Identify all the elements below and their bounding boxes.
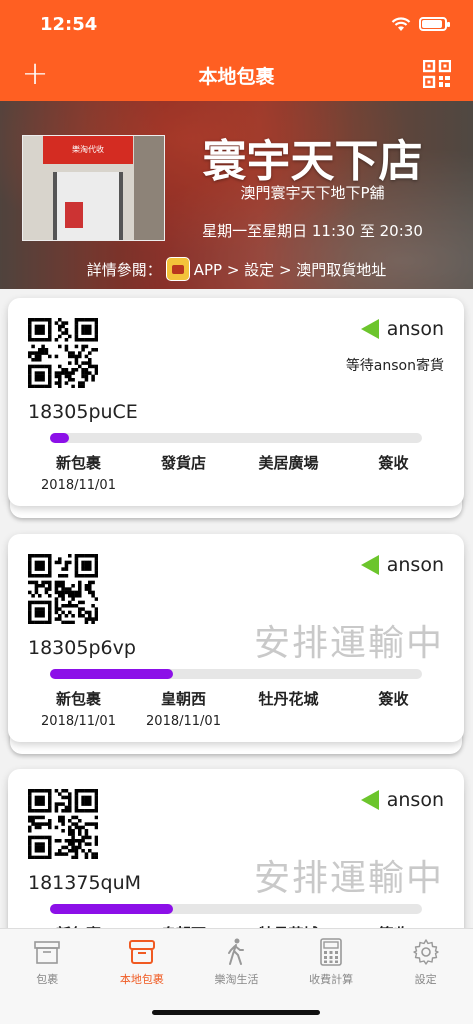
stage-label: 皇朝西 [160,690,206,708]
stage-dates: 2018/11/01 2018/11/01 [26,714,446,729]
store-photo: 樂淘代收 [22,135,165,241]
progress-fill [50,433,69,443]
stage-label: 新包裹 [55,454,101,472]
progress-track [50,904,422,914]
owner: anson [360,554,444,576]
stage-label: 簽收 [378,690,409,708]
progress-track [50,433,422,443]
stage-labels: 新包裹 發貨店 美居廣場 簽收 [26,452,446,473]
owner: anson [360,318,444,340]
tab-label: 設定 [414,973,437,986]
tab-local-packages[interactable]: 本地包裹 [95,929,190,991]
stage-date: 2018/11/01 [146,714,221,729]
details-path: APP > 設定 > 澳門取貨地址 [193,260,387,279]
stage-dates: 2018/11/01 [26,478,446,493]
stage-date [131,478,236,493]
owner-marker-icon [360,555,379,575]
tracking-number: 18305puCE [28,401,138,423]
store-banner: 樂淘代收 寰宇天下店 澳門寰宇天下地下P舖 星期一至星期日 11:30 至 20… [0,101,473,289]
owner-name: anson [386,318,444,340]
tab-label: 樂淘生活 [214,973,259,986]
tab-label: 本地包裹 [119,973,164,986]
tracking-number: 18305p6vp [28,637,136,659]
page-title: 本地包裹 [198,66,275,88]
store-hours: 星期一至星期日 11:30 至 20:30 [202,222,423,240]
box-icon [34,941,61,964]
details-note: 詳情參閱： APP > 設定 > 澳門取貨地址 [0,257,473,281]
top-bar: 12:54 + 本地包裹 [0,0,473,101]
tab-label: 包裹 [36,973,59,986]
stage-date: 2018/11/01 [41,478,116,493]
store-name: 寰宇天下店 [202,136,423,187]
store-photo-sign: 樂淘代收 [43,136,133,164]
app-icon [165,257,190,281]
tab-lifestyle[interactable]: 樂淘生活 [189,929,284,991]
stage-label: 新包裹 [55,690,101,708]
stage-date [341,714,446,729]
waiting-status: 等待anson寄貨 [345,358,444,374]
qr-code-icon [28,789,98,859]
shipping-status: 安排運輸中 [253,623,444,664]
tab-label: 收費計算 [309,973,354,986]
qr-code-icon [28,318,98,388]
package-card-stack: anson 安排運輸中 18305p6vp 新包裹 皇朝西 牡丹花城 簽收 20… [8,534,464,756]
store-address: 澳門寰宇天下地下P舖 [240,184,385,202]
tab-fee-calculator[interactable]: 收費計算 [284,929,379,991]
owner: anson [360,789,444,811]
status-time: 12:54 [40,14,98,35]
home-indicator [152,1010,320,1015]
local-box-icon [128,940,155,964]
owner-name: anson [386,789,444,811]
stage-label: 簽收 [378,454,409,472]
stage-label: 牡丹花城 [258,690,319,708]
calculator-icon [320,938,342,966]
package-card-stack: anson 等待anson寄貨 18305puCE 新包裹 發貨店 美居廣場 簽… [8,298,464,520]
gear-icon [412,939,439,965]
progress-fill [50,904,173,914]
stage-date [236,478,341,493]
package-card[interactable]: anson 安排運輸中 18305p6vp 新包裹 皇朝西 牡丹花城 簽收 20… [8,534,464,742]
battery-icon [419,17,450,31]
package-card[interactable]: anson 等待anson寄貨 18305puCE 新包裹 發貨店 美居廣場 簽… [8,298,464,506]
shipping-status: 安排運輸中 [253,858,444,899]
details-prefix: 詳情參閱： [86,260,162,279]
stage-date: 2018/11/01 [41,714,116,729]
tab-bar: 包裹 本地包裹 樂淘生活 收費計算 設定 [0,928,473,1024]
tab-settings[interactable]: 設定 [378,929,473,991]
qr-code-icon [28,554,98,624]
stage-label: 發貨店 [160,454,206,472]
tracking-number: 181375quM [28,872,142,894]
stage-date [341,478,446,493]
status-icons [391,16,450,32]
walking-icon [228,938,245,965]
progress-fill [50,669,173,679]
qr-scan-icon[interactable] [423,60,451,88]
stage-labels: 新包裹 皇朝西 牡丹花城 簽收 [26,688,446,709]
owner-marker-icon [360,319,379,339]
stage-label: 美居廣場 [258,454,319,472]
progress-track [50,669,422,679]
wifi-icon [391,17,411,31]
stage-date [236,714,341,729]
owner-name: anson [386,554,444,576]
owner-marker-icon [360,790,379,810]
tab-packages[interactable]: 包裹 [0,929,95,991]
